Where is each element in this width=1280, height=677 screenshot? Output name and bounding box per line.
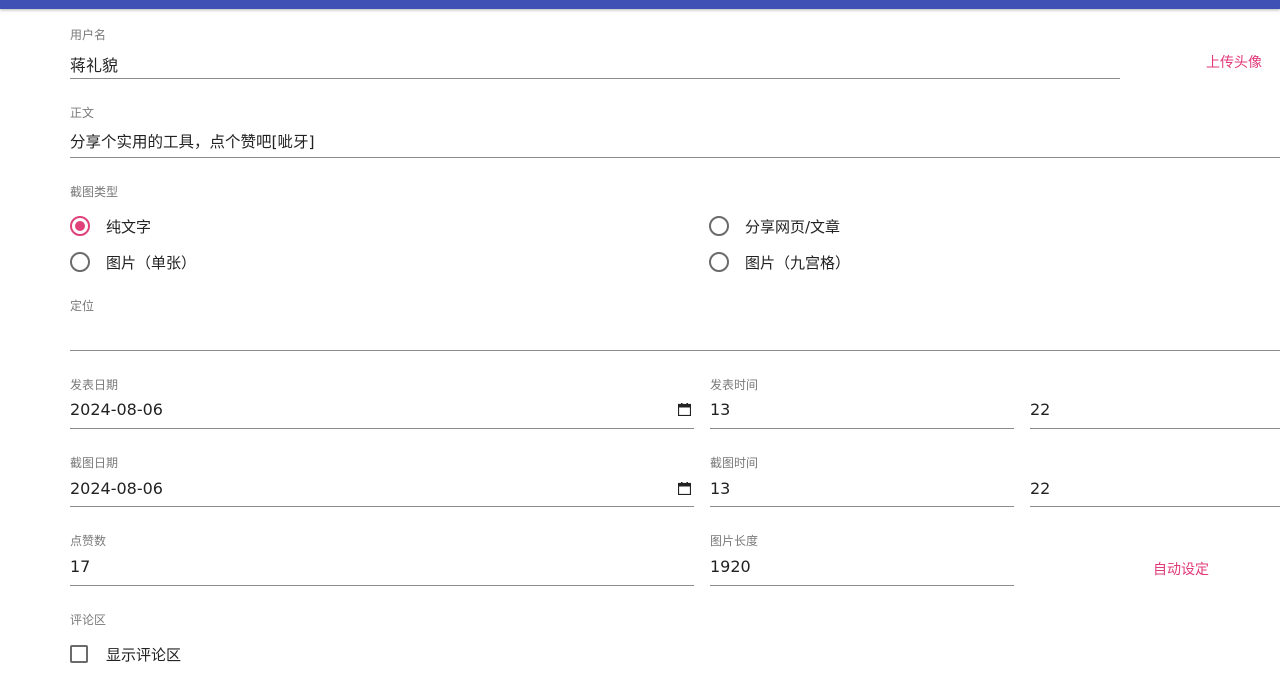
publish-date-label: 发表日期 (70, 378, 119, 392)
username-underline (70, 78, 1120, 79)
capture-minute-input[interactable]: 22 (1030, 479, 1050, 498)
app-bar (0, 0, 1280, 9)
auto-set-button[interactable]: 自动设定 (1153, 559, 1209, 579)
location-underline (70, 350, 1280, 351)
radio-share-webpage[interactable] (709, 216, 729, 236)
radio-text-only[interactable] (70, 216, 90, 236)
calendar-icon[interactable] (678, 403, 691, 416)
show-comments-checkbox[interactable] (70, 645, 88, 663)
publish-date-underline (70, 428, 694, 429)
radio-single-image[interactable] (70, 252, 90, 272)
upload-avatar-button[interactable]: 上传头像 (1206, 52, 1262, 72)
location-label: 定位 (70, 299, 95, 313)
publish-hour-input[interactable]: 13 (710, 400, 730, 419)
show-comments-label[interactable]: 显示评论区 (106, 644, 181, 665)
comments-label: 评论区 (70, 613, 107, 627)
username-input[interactable]: 蒋礼貌 (70, 52, 118, 76)
publish-minute-input[interactable]: 22 (1030, 400, 1050, 419)
publish-hour-underline (710, 428, 1014, 429)
likes-underline (70, 585, 694, 586)
radio-nine-grid[interactable] (709, 252, 729, 272)
calendar-icon[interactable] (678, 482, 691, 495)
capture-date-input[interactable]: 2024-08-06 (70, 479, 163, 498)
publish-time-label: 发表时间 (710, 378, 759, 392)
body-label: 正文 (70, 106, 95, 120)
body-input[interactable]: 分享个实用的工具，点个赞吧[呲牙] (70, 130, 315, 152)
body-underline (70, 157, 1280, 158)
radio-single-image-label[interactable]: 图片（单张） (106, 252, 196, 273)
capture-date-label: 截图日期 (70, 456, 119, 470)
radio-text-only-label[interactable]: 纯文字 (106, 216, 151, 237)
likes-input[interactable]: 17 (70, 557, 90, 576)
image-length-input[interactable]: 1920 (710, 557, 751, 576)
radio-nine-grid-label[interactable]: 图片（九宫格） (745, 252, 850, 273)
capture-time-label: 截图时间 (710, 456, 759, 470)
radio-share-webpage-label[interactable]: 分享网页/文章 (745, 216, 840, 237)
image-length-underline (710, 585, 1014, 586)
publish-date-input[interactable]: 2024-08-06 (70, 400, 163, 419)
image-length-label: 图片长度 (710, 534, 759, 548)
screenshot-type-label: 截图类型 (70, 185, 119, 199)
capture-date-underline (70, 506, 694, 507)
likes-label: 点赞数 (70, 534, 107, 548)
capture-hour-input[interactable]: 13 (710, 479, 730, 498)
capture-hour-underline (710, 506, 1014, 507)
capture-minute-underline (1030, 506, 1280, 507)
username-label: 用户名 (70, 28, 107, 42)
publish-minute-underline (1030, 428, 1280, 429)
